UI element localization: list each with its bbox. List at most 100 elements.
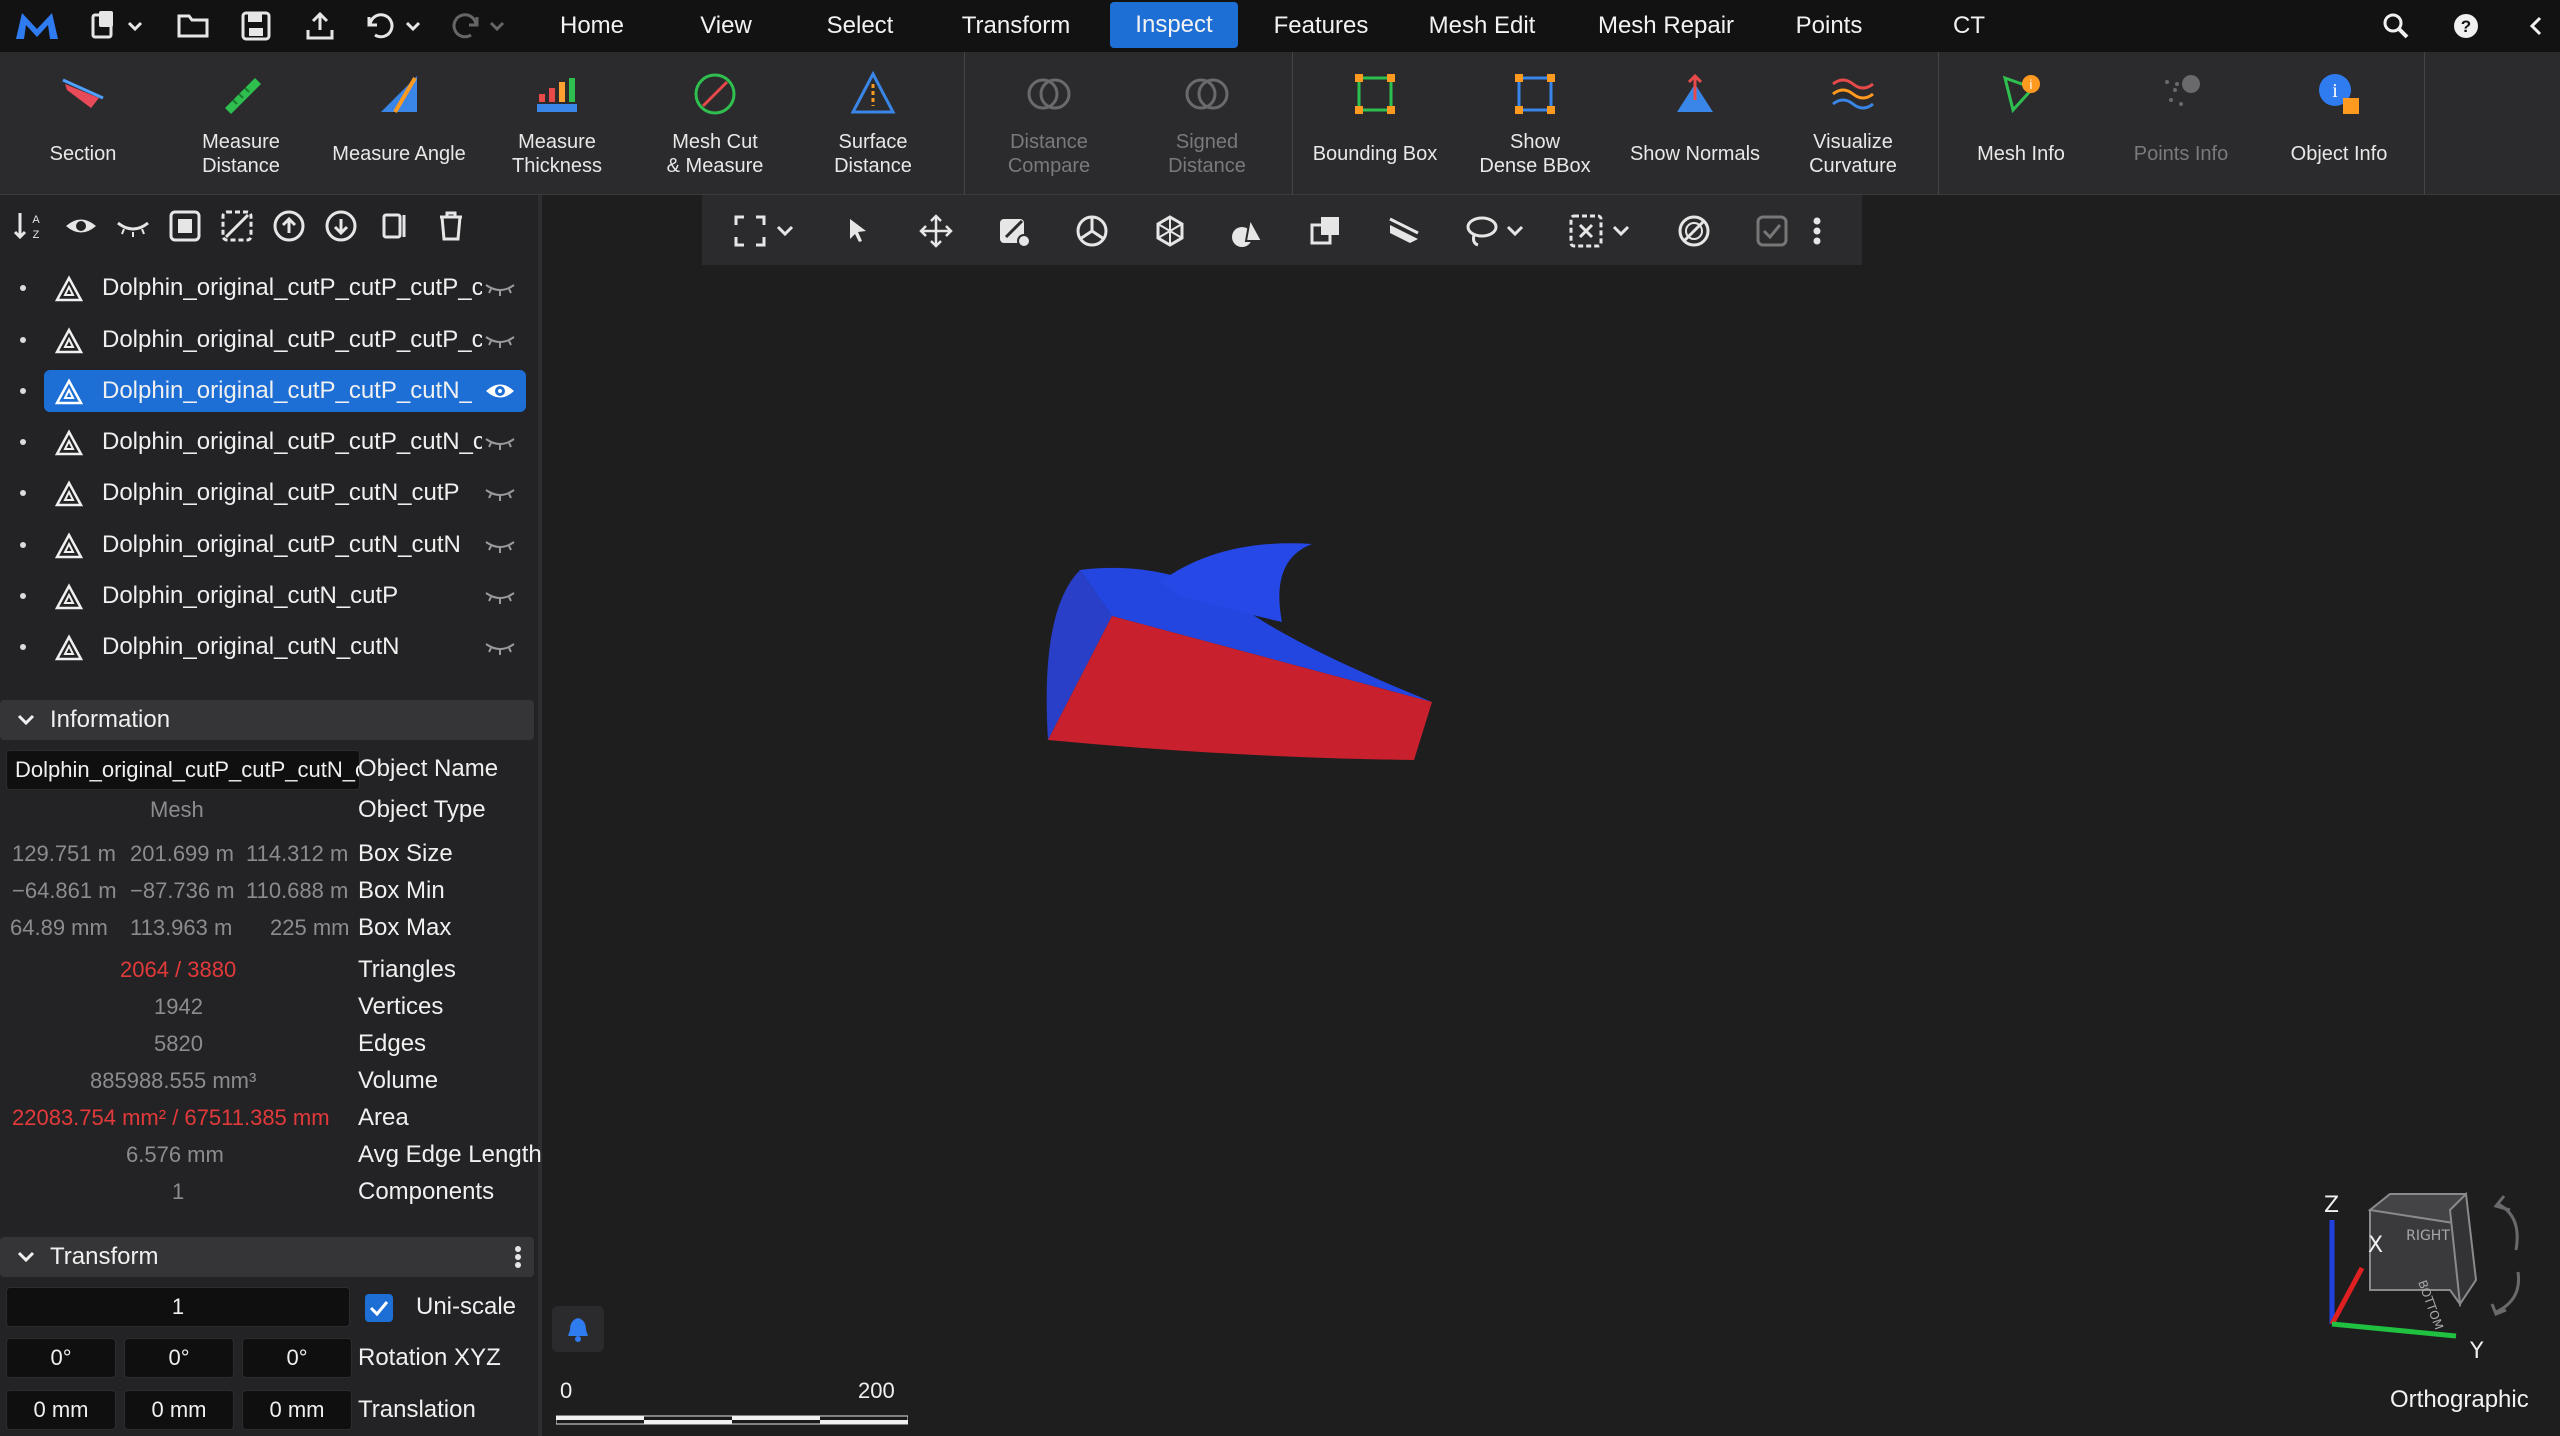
hidden-eye-icon[interactable] (484, 636, 516, 658)
help-icon[interactable]: ? (2448, 8, 2484, 44)
more-options-icon[interactable] (514, 1245, 522, 1269)
hidden-eye-icon[interactable] (484, 482, 516, 504)
tree-item[interactable]: Dolphin_original_cutN_cutN (0, 622, 538, 672)
measure-distance-button[interactable]: Measure Distance (162, 52, 320, 194)
transform-header[interactable]: Transform (0, 1237, 534, 1277)
mesh-cut-measure-button[interactable]: Mesh Cut & Measure (636, 52, 794, 194)
dense-bbox-button[interactable]: Show Dense BBox (1456, 52, 1614, 194)
select-all-icon[interactable] (168, 209, 202, 243)
tab-home[interactable]: Home (542, 2, 642, 50)
3d-viewport[interactable] (542, 195, 2560, 1436)
signed-distance-button[interactable]: Signed Distance (1128, 52, 1286, 194)
save-icon[interactable] (236, 8, 276, 44)
export-icon[interactable] (300, 8, 340, 44)
rotation-z-input[interactable]: 0° (242, 1338, 352, 1378)
clone-icon[interactable] (1308, 213, 1344, 249)
svg-text:Z: Z (33, 229, 40, 241)
tree-item-selected[interactable]: Dolphin_original_cutP_cutP_cutN_cutP (0, 366, 538, 416)
show-all-icon[interactable] (64, 209, 98, 243)
visualize-curvature-button[interactable]: Visualize Curvature (1774, 52, 1932, 194)
ribbon-toolbar: Section Measure Distance Measure Angle M… (0, 52, 2560, 195)
hidden-eye-icon[interactable] (484, 329, 516, 351)
object-name-field[interactable]: Dolphin_original_cutP_cutP_cutN_cutP (6, 750, 360, 790)
box-deselect-icon[interactable] (1568, 213, 1604, 249)
measure-angle-button[interactable]: Measure Angle (320, 52, 478, 194)
select-cursor-icon[interactable] (840, 213, 876, 249)
points-info-button[interactable]: Points Info (2102, 52, 2260, 194)
more-options-icon[interactable] (1810, 213, 1824, 249)
chevron-down-icon[interactable] (1610, 213, 1632, 249)
delete-icon[interactable] (434, 209, 468, 243)
tree-item[interactable]: Dolphin_original_cutP_cutP_cutP_cutN (0, 315, 538, 365)
section-button[interactable]: Section (4, 52, 162, 194)
visible-eye-icon[interactable] (484, 380, 516, 402)
fit-view-icon[interactable] (732, 213, 768, 249)
rotate-axes-icon[interactable] (1152, 213, 1188, 249)
tree-item[interactable]: Dolphin_original_cutP_cutP_cutN_cutN (0, 417, 538, 467)
tab-view[interactable]: View (678, 2, 774, 50)
chevron-down-icon[interactable] (1504, 213, 1526, 249)
mesh-icon (54, 634, 84, 661)
slice-plane-icon[interactable] (1386, 213, 1422, 249)
bounding-box-button[interactable]: Bounding Box (1296, 52, 1454, 194)
open-folder-icon[interactable] (174, 8, 214, 44)
translation-x-input[interactable]: 0 mm (6, 1390, 116, 1430)
object-info-button[interactable]: i Object Info (2260, 52, 2418, 194)
tab-transform[interactable]: Transform (944, 2, 1088, 50)
hide-all-icon[interactable] (116, 209, 150, 243)
scene-menu-icon[interactable] (88, 8, 148, 44)
rotation-y-input[interactable]: 0° (124, 1338, 234, 1378)
tab-inspect[interactable]: Inspect (1110, 2, 1238, 48)
logo-icon[interactable] (10, 8, 64, 44)
projection-label[interactable]: Orthographic (2390, 1386, 2529, 1414)
notification-button[interactable] (552, 1306, 604, 1352)
orientation-gizmo[interactable]: RIGHT BOTTOM Z X Y (2300, 1180, 2540, 1380)
translation-z-input[interactable]: 0 mm (242, 1390, 352, 1430)
lasso-icon[interactable] (1464, 213, 1500, 249)
chevron-down-icon[interactable] (774, 213, 796, 249)
measure-thickness-label: Measure Thickness (511, 131, 603, 177)
hidden-eye-icon[interactable] (484, 431, 516, 453)
mesh-info-button[interactable]: i Mesh Info (1942, 52, 2100, 194)
tab-points[interactable]: Points (1782, 2, 1876, 50)
tab-ct[interactable]: CT (1944, 2, 1994, 50)
uniscale-checkbox[interactable] (364, 1293, 394, 1323)
move-icon[interactable] (918, 213, 954, 249)
collapse-icon[interactable] (2520, 8, 2552, 44)
tree-item[interactable]: Dolphin_original_cutP_cutP_cutP_cutP (0, 263, 538, 313)
move-down-icon[interactable] (324, 209, 358, 243)
orbit-icon[interactable] (1074, 213, 1110, 249)
surface-distance-button[interactable]: Surface Distance (794, 52, 952, 194)
cube-right-label: RIGHT (2406, 1228, 2450, 1244)
tree-item[interactable]: Dolphin_original_cutP_cutN_cutP (0, 468, 538, 518)
mesh-render[interactable] (1020, 530, 1470, 780)
information-header[interactable]: Information (0, 700, 534, 740)
sort-icon[interactable]: AZ (12, 209, 46, 243)
disable-icon[interactable] (1676, 213, 1712, 249)
show-normals-button[interactable]: Show Normals (1616, 52, 1774, 194)
move-up-icon[interactable] (272, 209, 306, 243)
duplicate-icon[interactable] (380, 209, 414, 243)
check-icon[interactable] (1754, 213, 1790, 249)
paint-select-icon[interactable] (996, 213, 1032, 249)
hidden-eye-icon[interactable] (484, 534, 516, 556)
tree-item[interactable]: Dolphin_original_cutN_cutP (0, 571, 538, 621)
undo-icon[interactable] (362, 8, 426, 44)
scale-input[interactable]: 1 (6, 1287, 350, 1327)
search-icon[interactable] (2378, 8, 2414, 44)
tab-mesh-edit[interactable]: Mesh Edit (1416, 2, 1548, 50)
shapes-icon[interactable] (1230, 213, 1266, 249)
distance-compare-button[interactable]: Distance Compare (970, 52, 1128, 194)
hidden-eye-icon[interactable] (484, 277, 516, 299)
hidden-eye-icon[interactable] (484, 585, 516, 607)
tree-item[interactable]: Dolphin_original_cutP_cutN_cutN (0, 520, 538, 570)
tab-mesh-repair[interactable]: Mesh Repair (1584, 2, 1748, 50)
view-cube-icon[interactable]: RIGHT BOTTOM Z X Y (2300, 1180, 2540, 1380)
measure-thickness-button[interactable]: Measure Thickness (478, 52, 636, 194)
rotation-x-input[interactable]: 0° (6, 1338, 116, 1378)
deselect-all-icon[interactable] (220, 209, 254, 243)
translation-y-input[interactable]: 0 mm (124, 1390, 234, 1430)
tab-features[interactable]: Features (1262, 2, 1380, 50)
tab-select[interactable]: Select (810, 2, 910, 50)
redo-icon[interactable] (446, 8, 510, 44)
